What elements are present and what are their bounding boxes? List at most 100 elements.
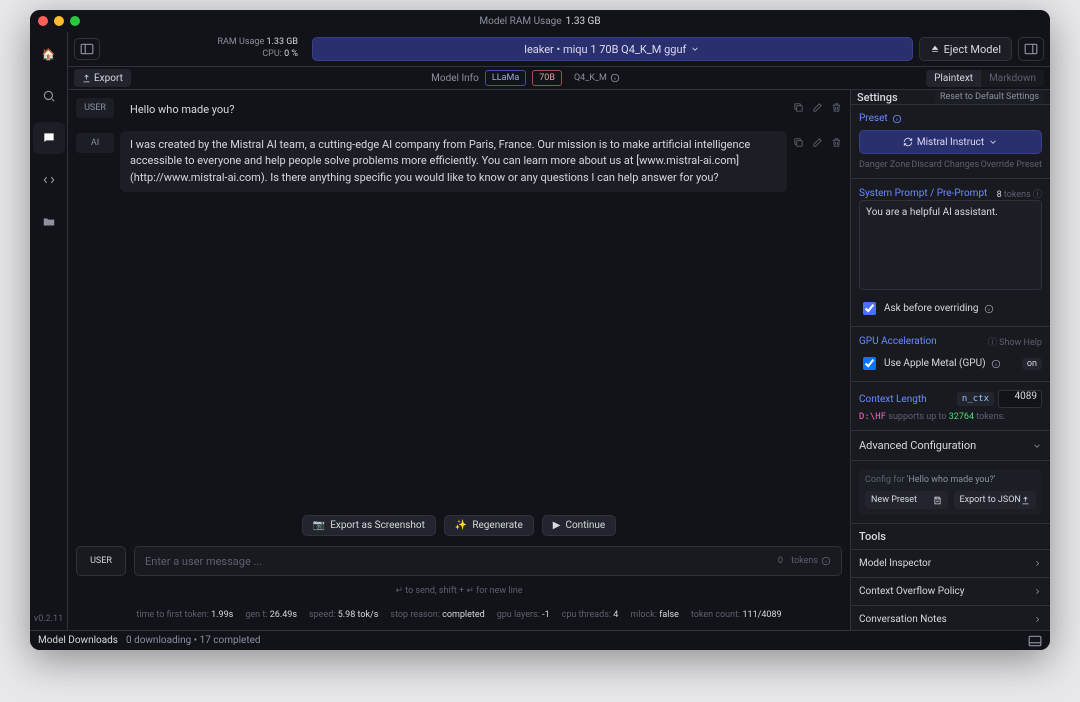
chat-input[interactable]: Enter a user message ... 0 tokens — [134, 546, 842, 576]
close-window-icon[interactable] — [38, 16, 48, 26]
play-icon: ▶ — [553, 520, 561, 531]
chat-message: AI I was created by the Mistral AI team,… — [76, 131, 842, 193]
message-text[interactable]: I was created by the Mistral AI team, a … — [120, 131, 787, 193]
preset-selector[interactable]: Mistral Instruct — [859, 130, 1042, 154]
config-box: Config for 'Hello who made you?' New Pre… — [859, 469, 1042, 515]
resource-stats: RAM Usage 1.33 GB CPU: 0 % — [106, 37, 306, 60]
eject-model-button[interactable]: Eject Model — [919, 37, 1012, 61]
input-token-count: 0 tokens — [778, 556, 831, 566]
subbar: Export Model Info LLaMa 70B Q4_K_M Plain… — [68, 66, 1050, 90]
context-length-input[interactable]: 4089 — [998, 390, 1042, 408]
context-length-section: Context Length n_ctx 4089 D:\HF supports… — [851, 382, 1050, 431]
info-icon[interactable] — [892, 114, 902, 124]
regenerate-button[interactable]: ✨Regenerate — [444, 515, 534, 536]
preset-section: Preset Mistral Instruct Danger Zone Disc… — [851, 105, 1050, 179]
size-tag: 70B — [532, 70, 562, 86]
folder-icon[interactable] — [33, 206, 65, 238]
new-preset-button[interactable]: New Preset — [865, 491, 948, 509]
input-hint: ↵ to send, shift + ↵ for new line — [76, 582, 842, 600]
preset-actions: Danger Zone Discard Changes Override Pre… — [859, 160, 1042, 170]
gpu-section: GPU Acceleration ⓘ Show Help Use Apple M… — [851, 327, 1050, 382]
chevron-right-icon — [1033, 559, 1042, 568]
maximize-window-icon[interactable] — [70, 16, 80, 26]
settings-panel: Settings Reset to Default Settings Prese… — [850, 90, 1050, 630]
chevron-right-icon — [1033, 615, 1042, 624]
input-role-badge[interactable]: USER — [76, 546, 126, 576]
system-prompt-token-count: 8 tokens ⓘ — [997, 187, 1042, 200]
preset-label: Preset — [859, 113, 1042, 124]
settings-header: Settings Reset to Default Settings — [851, 90, 1050, 105]
titlebar: Model RAM Usage1.33 GB — [30, 10, 1050, 32]
ctx-mono-label: n_ctx — [957, 392, 994, 406]
ask-before-overriding-checkbox[interactable]: Ask before overriding — [859, 299, 1042, 318]
app-version: v0.2.11 — [34, 614, 63, 624]
info-icon[interactable] — [821, 556, 831, 566]
traffic-lights[interactable] — [38, 16, 80, 26]
view-toggle[interactable]: Plaintext Markdown — [926, 70, 1044, 87]
quant-tag: Q4_K_M — [568, 70, 626, 86]
continue-button[interactable]: ▶Continue — [542, 515, 616, 536]
app-window: Model RAM Usage1.33 GB 🏠 v0.2.11 — [30, 10, 1050, 650]
upload-icon — [82, 74, 91, 83]
camera-icon: 📷 — [313, 520, 325, 531]
footer: Model Downloads 0 downloading • 17 compl… — [30, 630, 1050, 650]
export-json-button[interactable]: Export to JSON — [954, 491, 1037, 509]
info-icon[interactable] — [610, 73, 620, 83]
edit-icon[interactable] — [812, 137, 823, 148]
tools-header: Tools — [851, 523, 1050, 550]
gpu-status: on — [1022, 358, 1042, 370]
advanced-config-toggle[interactable]: Advanced Configuration — [851, 431, 1050, 461]
chat-message: USER Hello who made you? — [76, 96, 842, 125]
use-metal-checkbox[interactable]: Use Apple Metal (GPU) — [859, 354, 1001, 373]
copy-icon[interactable] — [793, 102, 804, 113]
eject-icon — [930, 44, 940, 54]
copy-icon[interactable] — [793, 137, 804, 148]
export-screenshot-button[interactable]: 📷Export as Screenshot — [302, 515, 436, 536]
danger-zone-link[interactable]: Danger Zone — [859, 160, 910, 170]
system-prompt-label: System Prompt / Pre-Prompt — [859, 188, 987, 199]
edit-icon[interactable] — [812, 102, 823, 113]
panel-bottom-icon[interactable] — [1028, 635, 1042, 647]
system-prompt-input[interactable] — [859, 200, 1042, 290]
chevron-down-icon — [988, 137, 998, 147]
context-hint: D:\HF supports up to 32764 tokens. — [859, 412, 1042, 422]
content-area: USER Hello who made you? AI I was create… — [68, 90, 1050, 630]
reset-settings-button[interactable]: Reset to Default Settings — [935, 90, 1044, 104]
footer-status: 0 downloading • 17 completed — [126, 635, 261, 646]
titlebar-title: Model RAM Usage1.33 GB — [479, 16, 600, 27]
discard-changes-link[interactable]: Discard Changes — [911, 160, 979, 170]
sidebar: 🏠 v0.2.11 — [30, 32, 68, 630]
export-button[interactable]: Export — [74, 69, 131, 87]
home-icon[interactable]: 🏠 — [33, 38, 65, 70]
info-icon[interactable] — [984, 304, 994, 314]
chevron-down-icon — [1032, 441, 1042, 451]
panel-left-icon[interactable] — [74, 38, 100, 60]
show-help-link[interactable]: ⓘ Show Help — [988, 335, 1042, 348]
refresh-icon — [903, 137, 913, 147]
server-icon[interactable] — [33, 164, 65, 196]
system-prompt-section: System Prompt / Pre-Prompt 8 tokens ⓘ As… — [851, 179, 1050, 327]
panel-right-icon[interactable] — [1018, 37, 1044, 61]
generation-stats: time to first token: 1.99s gen t: 26.49s… — [76, 606, 842, 624]
plaintext-tab[interactable]: Plaintext — [926, 70, 981, 87]
message-text[interactable]: Hello who made you? — [120, 96, 787, 125]
tool-context-overflow[interactable]: Context Overflow Policy — [851, 578, 1050, 606]
chat-icon[interactable] — [33, 122, 65, 154]
tool-model-inspector[interactable]: Model Inspector — [851, 550, 1050, 578]
trash-icon[interactable] — [831, 102, 842, 113]
chat-column: USER Hello who made you? AI I was create… — [68, 90, 850, 630]
search-icon[interactable] — [33, 80, 65, 112]
sparkle-icon: ✨ — [455, 520, 467, 531]
role-badge-user: USER — [76, 98, 114, 118]
minimize-window-icon[interactable] — [54, 16, 64, 26]
override-preset-link[interactable]: Override Preset — [981, 160, 1042, 170]
footer-title[interactable]: Model Downloads — [38, 635, 118, 646]
markdown-tab[interactable]: Markdown — [981, 70, 1044, 87]
trash-icon[interactable] — [831, 137, 842, 148]
tool-conversation-notes[interactable]: Conversation Notes — [851, 606, 1050, 630]
chat-input-row: USER Enter a user message ... 0 tokens — [76, 546, 842, 576]
main-layout: 🏠 v0.2.11 RAM Usage 1.33 GB — [30, 32, 1050, 630]
model-selector[interactable]: leaker • miqu 1 70B Q4_K_M gguf — [312, 37, 913, 61]
info-icon[interactable] — [991, 359, 1001, 369]
chat-action-row: 📷Export as Screenshot ✨Regenerate ▶Conti… — [76, 515, 842, 536]
